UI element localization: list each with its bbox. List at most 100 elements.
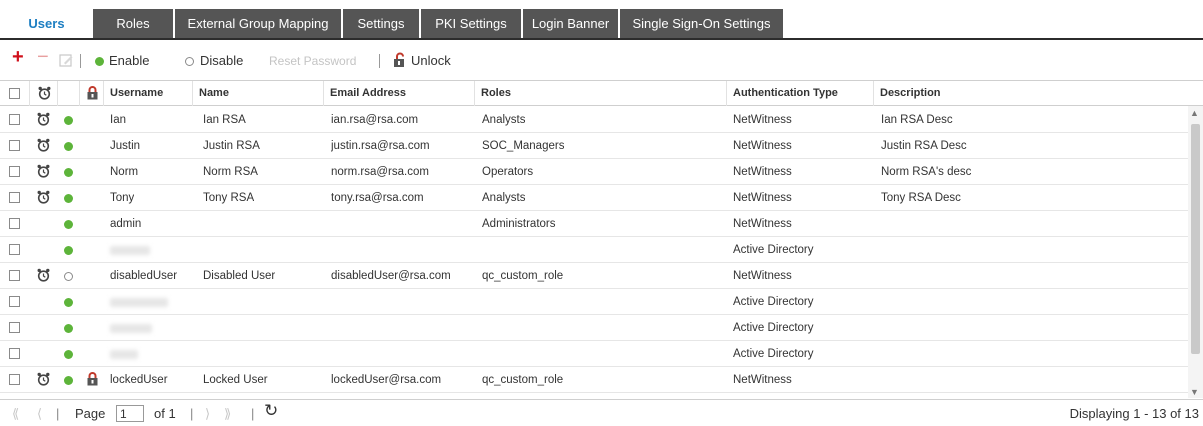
- row-checkbox[interactable]: [9, 140, 20, 151]
- refresh-icon[interactable]: ↻: [264, 402, 278, 419]
- row-checkbox[interactable]: [9, 348, 20, 359]
- cell-username: disabledUser: [110, 270, 178, 282]
- table-row[interactable]: Active Directory: [0, 289, 1188, 315]
- table-row[interactable]: Active Directory: [0, 341, 1188, 367]
- enabled-status-icon: [64, 298, 73, 307]
- alarm-clock-icon: [37, 372, 50, 389]
- table-row[interactable]: admin Administrators NetWitness: [0, 211, 1188, 237]
- disable-button[interactable]: Disable: [200, 53, 243, 69]
- row-checkbox[interactable]: [9, 244, 20, 255]
- edit-icon[interactable]: [59, 53, 74, 69]
- grid-header: Username Name Email Address Roles Authen…: [0, 81, 1203, 106]
- cell-roles: Analysts: [482, 192, 526, 204]
- last-page-icon[interactable]: ⟫: [224, 406, 231, 421]
- cell-authentication-type: NetWitness: [733, 166, 792, 178]
- row-checkbox[interactable]: [9, 166, 20, 177]
- tab-pki-settings[interactable]: PKI Settings: [421, 9, 523, 38]
- disable-icon: [185, 57, 194, 66]
- tab-external-group-mapping[interactable]: External Group Mapping: [175, 9, 343, 38]
- cell-description: Ian RSA Desc: [881, 114, 953, 126]
- cell-authentication-type: NetWitness: [733, 192, 792, 204]
- cell-username: Tony: [110, 192, 135, 204]
- header-username[interactable]: Username: [104, 81, 193, 106]
- enable-button[interactable]: Enable: [109, 53, 149, 69]
- row-checkbox[interactable]: [9, 192, 20, 203]
- cell-email: norm.rsa@rsa.com: [331, 166, 429, 178]
- tab-login-banner[interactable]: Login Banner: [523, 9, 620, 38]
- table-row[interactable]: disabledUser Disabled User disabledUser@rs…: [0, 263, 1188, 289]
- alarm-clock-icon: [37, 190, 50, 207]
- scroll-thumb[interactable]: [1191, 124, 1200, 354]
- table-row[interactable]: Tony Tony RSA tony.rsa@rsa.com Analysts NetW…: [0, 185, 1188, 211]
- row-checkbox[interactable]: [9, 374, 20, 385]
- cell-username: lockedUser: [110, 374, 168, 386]
- tab-bar: Users Roles External Group Mapping Setti…: [0, 9, 1203, 40]
- header-lock-cell[interactable]: [80, 81, 104, 106]
- header-alarm-cell[interactable]: [30, 81, 58, 106]
- enabled-status-icon: [64, 116, 73, 125]
- header-name[interactable]: Name: [193, 81, 324, 106]
- cell-roles: qc_custom_role: [482, 374, 564, 386]
- cell-roles: SOC_Managers: [482, 140, 565, 152]
- table-row[interactable]: Active Directory: [0, 315, 1188, 341]
- table-row[interactable]: Norm Norm RSA norm.rsa@rsa.com Operators Net…: [0, 159, 1188, 185]
- row-checkbox[interactable]: [9, 296, 20, 307]
- cell-name: Tony RSA: [203, 192, 255, 204]
- toolbar-separator: [379, 54, 380, 68]
- prev-page-icon[interactable]: ⟨: [37, 406, 42, 421]
- header-email[interactable]: Email Address: [324, 81, 475, 106]
- tab-single-sign-on-settings[interactable]: Single Sign-On Settings: [620, 9, 785, 38]
- cell-authentication-type: NetWitness: [733, 218, 792, 230]
- cell-email: justin.rsa@rsa.com: [331, 140, 430, 152]
- page-number-input[interactable]: [116, 405, 144, 422]
- clipped-caption: [0, 0, 1203, 8]
- page-count-label: of 1: [154, 406, 176, 421]
- cell-username: Ian: [110, 114, 126, 126]
- enabled-status-icon: [64, 220, 73, 229]
- scroll-down-icon[interactable]: ▼: [1190, 387, 1199, 397]
- tab-users[interactable]: Users: [0, 9, 93, 38]
- disabled-status-icon: [64, 272, 73, 281]
- select-all-checkbox[interactable]: [9, 88, 20, 99]
- table-row[interactable]: Justin Justin RSA justin.rsa@rsa.com SOC_Ma…: [0, 133, 1188, 159]
- vertical-scrollbar[interactable]: ▲ ▼: [1188, 106, 1203, 398]
- header-status-cell[interactable]: [58, 81, 80, 106]
- cell-roles: Administrators: [482, 218, 556, 230]
- row-checkbox[interactable]: [9, 218, 20, 229]
- cell-name: Norm RSA: [203, 166, 258, 178]
- table-row[interactable]: Ian Ian RSA ian.rsa@rsa.com Analysts NetWitn…: [0, 107, 1188, 133]
- row-checkbox[interactable]: [9, 114, 20, 125]
- tab-settings[interactable]: Settings: [343, 9, 421, 38]
- pager-separator: |: [251, 406, 255, 421]
- cell-name: Justin RSA: [203, 140, 260, 152]
- alarm-clock-icon: [38, 86, 51, 100]
- cell-authentication-type: NetWitness: [733, 140, 792, 152]
- enabled-status-icon: [64, 376, 73, 385]
- tab-roles[interactable]: Roles: [93, 9, 175, 38]
- cell-username: Justin: [110, 140, 141, 152]
- pager-separator: |: [56, 406, 60, 421]
- next-page-icon[interactable]: ⟩: [205, 406, 210, 421]
- row-checkbox[interactable]: [9, 270, 20, 281]
- toolbar-separator: [80, 54, 81, 68]
- lock-icon: [87, 372, 98, 389]
- header-authentication-type[interactable]: Authentication Type: [727, 81, 874, 106]
- toolbar: + − Enable Disable Reset Password Unlock: [0, 42, 1203, 80]
- table-row[interactable]: Active Directory: [0, 237, 1188, 263]
- add-user-icon[interactable]: +: [12, 47, 24, 67]
- enable-icon: [95, 57, 104, 66]
- pager: ⟪ ⟨ | Page of 1 | ⟩ ⟫ | ↻ Displaying 1 -…: [0, 399, 1203, 426]
- first-page-icon[interactable]: ⟪: [12, 406, 19, 421]
- enabled-status-icon: [64, 246, 73, 255]
- row-checkbox[interactable]: [9, 322, 20, 333]
- cell-authentication-type: Active Directory: [733, 322, 814, 334]
- scroll-up-icon[interactable]: ▲: [1190, 108, 1199, 118]
- unlock-button[interactable]: Unlock: [411, 53, 451, 69]
- cell-authentication-type: Active Directory: [733, 244, 814, 256]
- remove-user-icon[interactable]: −: [37, 47, 49, 67]
- header-roles[interactable]: Roles: [475, 81, 727, 106]
- header-description[interactable]: Description: [874, 81, 1203, 106]
- table-row[interactable]: lockedUser Locked User lockedUser@rsa.com q…: [0, 367, 1188, 393]
- cell-roles: Operators: [482, 166, 534, 178]
- reset-password-button[interactable]: Reset Password: [269, 53, 356, 69]
